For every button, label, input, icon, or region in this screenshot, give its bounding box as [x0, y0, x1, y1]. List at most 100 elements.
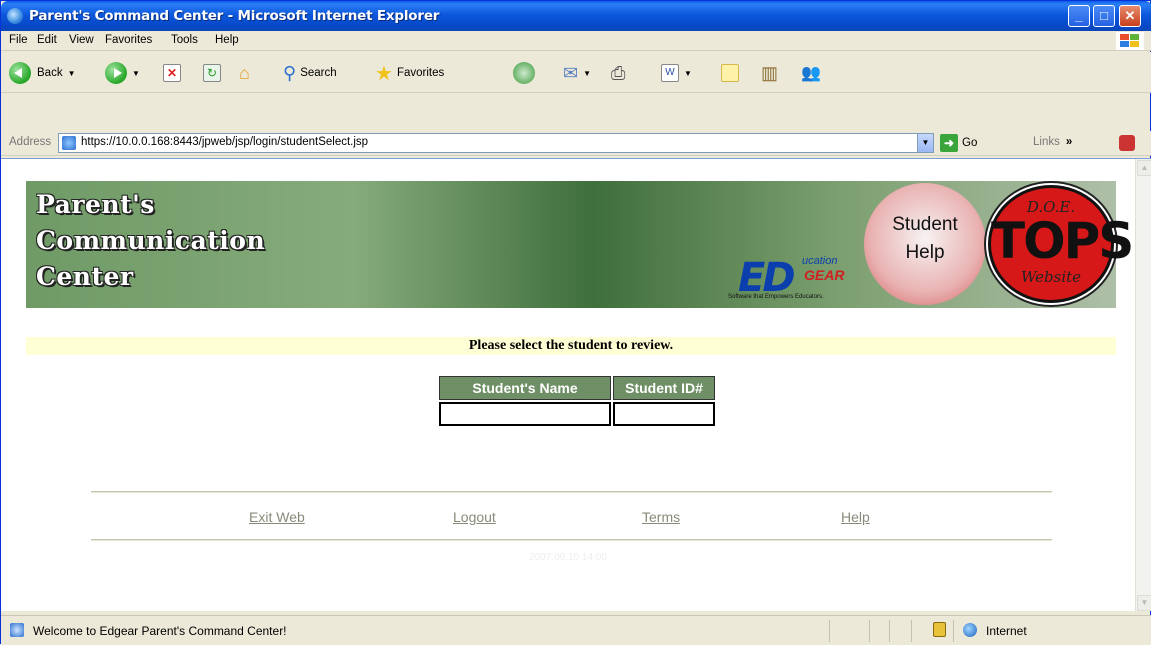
home-icon: ⌂	[239, 62, 250, 83]
links-label: Links	[1033, 136, 1060, 148]
address-input[interactable]: https://10.0.0.168:8443/jpweb/jsp/login/…	[58, 133, 934, 153]
edgear-ucation: ucation	[802, 255, 838, 267]
back-arrow-icon	[9, 62, 31, 84]
back-dropdown-icon[interactable]: ▼	[68, 69, 76, 78]
edgear-tagline: Software that Empowers Educators.	[728, 294, 824, 300]
internet-zone-icon	[963, 623, 977, 637]
header-banner: Parent's Communication Center ED ucation…	[26, 181, 1134, 308]
browser-window: Parent's Command Center - Microsoft Inte…	[0, 0, 1151, 645]
mail-button[interactable]: ✉ ▼	[563, 60, 591, 86]
site-title: Parent's Communication Center	[36, 187, 265, 295]
student-name-cell[interactable]	[439, 402, 611, 426]
search-label: Search	[300, 67, 337, 79]
column-header-student-id: Student ID#	[613, 376, 715, 400]
extension-icon[interactable]	[1119, 135, 1135, 151]
messenger-icon: 👥	[801, 65, 821, 82]
logout-link[interactable]: Logout	[453, 509, 496, 525]
links-toolbar[interactable]: Links »	[1033, 136, 1072, 148]
status-divider	[953, 620, 954, 642]
datestamp: 2007.09.10 14:00	[529, 552, 607, 563]
status-divider	[869, 620, 870, 642]
print-icon: ⎙	[611, 62, 626, 83]
title-bar: Parent's Command Center - Microsoft Inte…	[1, 1, 1151, 31]
table-header-row: Student's Name Student ID#	[439, 376, 715, 400]
research-button[interactable]: ▥	[761, 60, 778, 86]
forward-dropdown-icon[interactable]: ▼	[132, 69, 140, 78]
search-button[interactable]: ⚲ Search	[283, 60, 337, 86]
address-dropdown-icon[interactable]: ▼	[917, 134, 933, 152]
menu-view[interactable]: View	[69, 34, 94, 46]
word-icon: W	[661, 64, 679, 82]
favorites-star-icon: ★	[375, 62, 393, 85]
messenger-button[interactable]: 👥	[801, 60, 821, 86]
history-icon	[513, 62, 535, 84]
edit-dropdown-icon[interactable]: ▼	[684, 69, 692, 78]
menu-file[interactable]: File	[9, 34, 28, 46]
menu-help[interactable]: Help	[215, 34, 239, 46]
status-divider	[889, 620, 890, 642]
page-icon	[62, 136, 76, 150]
student-help-line-1: Student	[892, 214, 958, 235]
forward-arrow-icon	[105, 62, 127, 84]
page-status-icon	[10, 623, 24, 637]
maximize-button[interactable]: □	[1093, 5, 1115, 27]
scroll-down-icon[interactable]: ▼	[1137, 595, 1151, 611]
status-divider	[829, 620, 830, 642]
footer-divider-bottom	[91, 539, 1052, 541]
lock-icon[interactable]	[933, 622, 946, 637]
edgear-gear: GEAR	[804, 267, 845, 283]
menu-tools[interactable]: Tools	[171, 34, 198, 46]
edit-button[interactable]: W ▼	[661, 60, 692, 86]
doe-tops-website-button[interactable]: D.O.E. TOPS Website	[988, 185, 1134, 303]
refresh-button[interactable]: ↻	[203, 60, 221, 86]
scroll-up-icon[interactable]: ▲	[1137, 160, 1151, 176]
site-title-line-3: Center	[36, 262, 134, 291]
favorites-button[interactable]: ★ Favorites	[375, 60, 444, 86]
terms-link[interactable]: Terms	[642, 509, 680, 525]
go-button[interactable]: ➜ Go	[940, 134, 977, 152]
student-id-cell[interactable]	[613, 402, 715, 426]
refresh-icon: ↻	[203, 64, 221, 82]
site-title-line-2: Communication	[36, 226, 266, 255]
go-arrow-icon: ➜	[940, 134, 958, 152]
favorites-label: Favorites	[396, 67, 445, 79]
links-chevron-icon[interactable]: »	[1066, 136, 1072, 148]
menu-bar: File Edit View Favorites Tools Help	[1, 31, 1151, 51]
back-button[interactable]: Back ▼	[9, 60, 76, 86]
help-link[interactable]: Help	[841, 509, 870, 525]
status-bar: Welcome to Edgear Parent's Command Cente…	[1, 615, 1151, 645]
back-label: Back	[37, 67, 63, 79]
exit-web-link[interactable]: Exit Web	[249, 509, 305, 525]
site-title-line-1: Parent's	[36, 190, 155, 219]
tops-website: Website	[1020, 268, 1082, 286]
windows-flag-icon	[1116, 32, 1144, 50]
footer-divider-top	[91, 491, 1052, 493]
student-help-button[interactable]: Student Help	[864, 183, 986, 305]
address-bar: Address https://10.0.0.168:8443/jpweb/js…	[1, 131, 1151, 156]
note-icon	[721, 64, 739, 82]
table-row[interactable]	[439, 402, 715, 426]
close-button[interactable]: ✕	[1119, 5, 1141, 27]
discuss-button[interactable]	[721, 60, 739, 86]
minimize-button[interactable]: _	[1068, 5, 1090, 27]
address-url[interactable]: https://10.0.0.168:8443/jpweb/jsp/login/…	[81, 136, 368, 148]
vertical-scrollbar[interactable]: ▲ ▼	[1135, 159, 1151, 611]
edgear-logo: ED ucation GEAR Software that Empowers E…	[726, 241, 861, 303]
history-button[interactable]	[513, 60, 535, 86]
stop-icon: ✕	[163, 64, 181, 82]
status-text: Welcome to Edgear Parent's Command Cente…	[33, 624, 287, 638]
mail-dropdown-icon[interactable]: ▼	[583, 69, 591, 78]
ie-icon	[7, 8, 23, 24]
tops-main: TOPS	[991, 212, 1134, 270]
column-header-student-name: Student's Name	[439, 376, 611, 400]
print-button[interactable]: ⎙	[611, 60, 625, 86]
menu-favorites[interactable]: Favorites	[105, 34, 152, 46]
student-table: Student's Name Student ID#	[437, 374, 717, 428]
stop-button[interactable]: ✕	[163, 60, 181, 86]
page-content: Parent's Communication Center ED ucation…	[1, 158, 1151, 611]
menu-edit[interactable]: Edit	[37, 34, 57, 46]
standard-toolbar: Back ▼ ▼ ✕ ↻ ⌂ ⚲ Search ★ Favorites ✉ ▼	[1, 52, 1151, 93]
home-button[interactable]: ⌂	[239, 60, 250, 86]
student-help-line-2: Help	[905, 242, 945, 263]
forward-button[interactable]: ▼	[105, 60, 140, 86]
